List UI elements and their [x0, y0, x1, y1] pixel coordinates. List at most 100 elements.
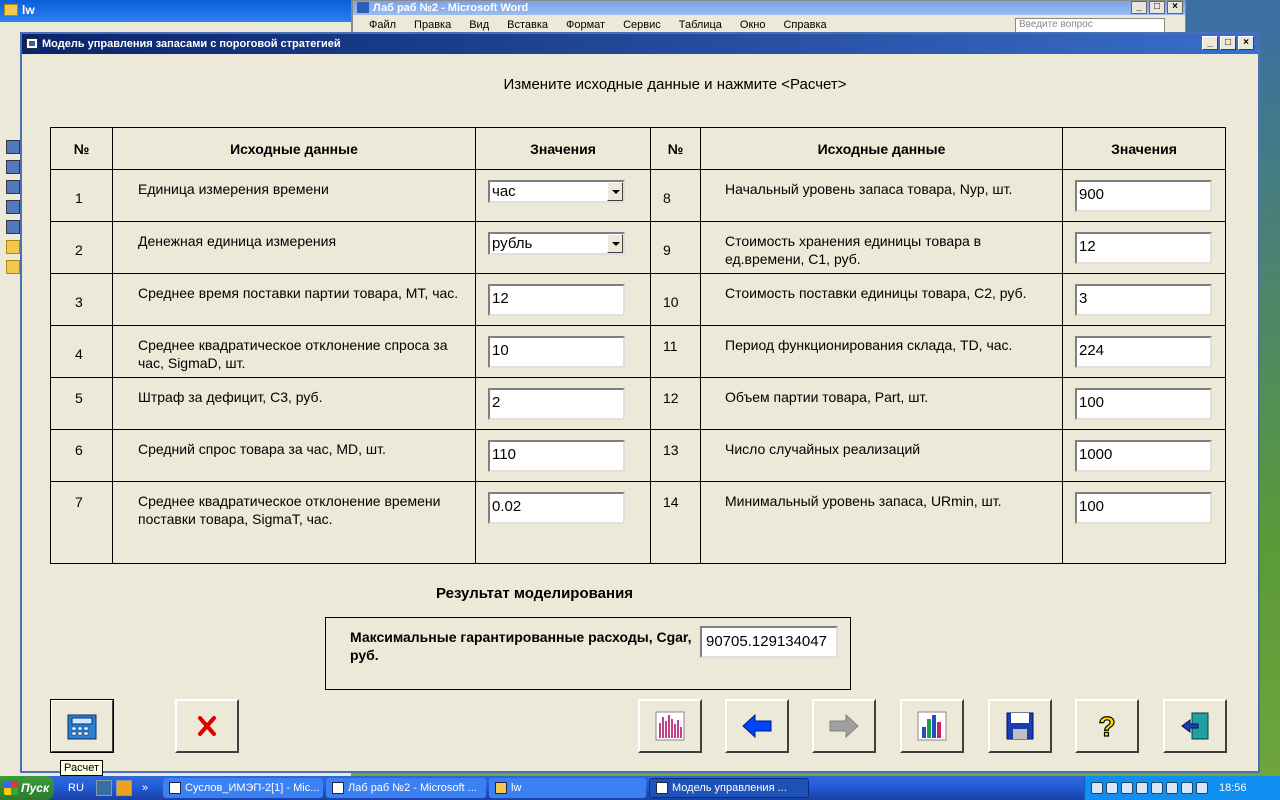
forward-button[interactable] [812, 699, 876, 753]
batch-size-input[interactable]: 100 [1075, 388, 1212, 420]
back-button[interactable] [725, 699, 789, 753]
calculate-tooltip: Расчет [60, 760, 103, 776]
chart-button[interactable] [900, 699, 964, 753]
histogram-icon [655, 711, 685, 741]
max-guaranteed-cost-output[interactable]: 90705.129134047 [700, 626, 838, 658]
param-name: Стоимость хранения единицы товара в ед.в… [700, 221, 1063, 274]
cancel-x-icon [198, 716, 216, 736]
word-menu-item[interactable]: Окно [740, 19, 766, 31]
taskbar-item-label: Суслов_ИМЭП-2[1] - Mic... [185, 782, 320, 794]
word-menu-item[interactable]: Вставка [507, 19, 548, 31]
maximize-button[interactable]: □ [1220, 36, 1236, 50]
word-titlebar[interactable]: Лаб раб №2 - Microsoft Word _ □ × [353, 1, 1185, 15]
chevron-down-icon[interactable] [607, 234, 623, 253]
arrow-right-icon [829, 713, 859, 739]
word-close-button[interactable]: × [1167, 1, 1183, 14]
shortage-penalty-input[interactable]: 2 [488, 388, 625, 420]
col-header-num: № [50, 127, 113, 170]
media-player-icon[interactable] [116, 780, 132, 796]
floppy-save-icon [1006, 712, 1034, 740]
word-icon [357, 2, 369, 13]
param-name: Число случайных реализаций [700, 429, 1063, 482]
mean-delivery-time-input[interactable]: 12 [488, 284, 625, 316]
param-name: Начальный уровень запаса товара, Nyp, шт… [700, 169, 1063, 222]
param-name: Среднее время поставки партии товара, MT… [112, 273, 476, 326]
calculate-button[interactable] [50, 699, 114, 753]
histogram-button[interactable] [638, 699, 702, 753]
demand-std-input[interactable]: 10 [488, 336, 625, 368]
minimize-button[interactable]: _ [1202, 36, 1218, 50]
min-stock-level-input[interactable]: 100 [1075, 492, 1212, 524]
param-num: 11 [650, 325, 701, 378]
word-minimize-button[interactable]: _ [1131, 1, 1147, 14]
desktop-icon[interactable] [96, 780, 112, 796]
tray-chevron-icon[interactable] [1091, 782, 1103, 794]
exit-button[interactable] [1163, 699, 1227, 753]
word-menu-item[interactable]: Правка [414, 19, 451, 31]
save-button[interactable] [988, 699, 1052, 753]
param-name: Период функционирования склада, TD, час. [700, 325, 1063, 378]
tray-usb-icon[interactable] [1151, 782, 1163, 794]
table-header-row: № Исходные данные Значения № Исходные да… [50, 127, 1226, 170]
currency-unit-value: рубль [492, 235, 533, 252]
time-unit-select[interactable]: час [488, 180, 625, 203]
param-num: 13 [650, 429, 701, 482]
mean-demand-input[interactable]: 110 [488, 440, 625, 472]
word-menu-item[interactable]: Файл [369, 19, 396, 31]
table-row: 1 Единица измерения времени час 8 Началь… [50, 169, 1226, 222]
taskbar-item[interactable]: Суслов_ИМЭП-2[1] - Mic... [163, 778, 323, 798]
help-button[interactable]: ? [1075, 699, 1139, 753]
table-row: 6 Средний спрос товара за час, MD, шт. 1… [50, 429, 1226, 482]
dialog-titlebar[interactable]: Модель управления запасами с пороговой с… [22, 34, 1258, 54]
tray-app-icon[interactable] [1166, 782, 1178, 794]
param-num: 9 [650, 221, 701, 274]
close-button[interactable]: × [1238, 36, 1254, 50]
param-name: Минимальный уровень запаса, URmin, шт. [700, 481, 1063, 564]
file-icon [6, 200, 20, 214]
file-icon [6, 160, 20, 174]
param-name: Объем партии товара, Part, шт. [700, 377, 1063, 430]
start-button[interactable]: Пуск [0, 776, 54, 800]
tray-network-icon[interactable] [1121, 782, 1133, 794]
param-num: 8 [650, 169, 701, 222]
taskbar-item-active[interactable]: Модель управления ... [649, 778, 809, 798]
taskbar-item[interactable]: Лаб раб №2 - Microsoft ... [326, 778, 486, 798]
holding-cost-input[interactable]: 12 [1075, 232, 1212, 264]
col-header-value: Значения [1062, 127, 1226, 170]
word-title: Лаб раб №2 - Microsoft Word [373, 2, 529, 14]
word-menu-item[interactable]: Формат [566, 19, 605, 31]
tray-monitor-icon[interactable] [1136, 782, 1148, 794]
tray-shield-icon[interactable] [1181, 782, 1193, 794]
svg-text:?: ? [1098, 711, 1115, 742]
random-realizations-input[interactable]: 1000 [1075, 440, 1212, 472]
word-ask-question-input[interactable]: Введите вопрос [1015, 18, 1165, 33]
explorer-titlebar[interactable]: lw [0, 0, 351, 22]
warehouse-period-input[interactable]: 224 [1075, 336, 1212, 368]
param-num: 14 [650, 481, 701, 564]
language-indicator[interactable]: RU [68, 782, 94, 794]
time-unit-value: час [492, 183, 516, 200]
delivery-cost-input[interactable]: 3 [1075, 284, 1212, 316]
cancel-button[interactable] [175, 699, 239, 753]
word-menu-item[interactable]: Таблица [679, 19, 722, 31]
param-name: Средний спрос товара за час, MD, шт. [112, 429, 476, 482]
currency-unit-select[interactable]: рубль [488, 232, 625, 255]
explorer-file-icons [6, 140, 20, 280]
word-maximize-button[interactable]: □ [1149, 1, 1165, 14]
word-menu-item[interactable]: Сервис [623, 19, 661, 31]
chevron-down-icon[interactable] [607, 182, 623, 201]
taskbar-item[interactable]: lw [489, 778, 646, 798]
word-menu-item[interactable]: Вид [469, 19, 489, 31]
dialog-title: Модель управления запасами с пороговой с… [42, 38, 341, 50]
word-menu-item[interactable]: Справка [783, 19, 826, 31]
tray-volume-icon[interactable] [1196, 782, 1208, 794]
system-tray: 18:56 [1084, 776, 1280, 800]
delivery-time-std-input[interactable]: 0.02 [488, 492, 625, 524]
initial-stock-input[interactable]: 900 [1075, 180, 1212, 212]
folder-icon [6, 240, 20, 254]
tray-antivirus-icon[interactable] [1106, 782, 1118, 794]
taskbar-item-label: Модель управления ... [672, 782, 787, 794]
quick-launch-more[interactable]: » [142, 782, 160, 794]
windows-logo-icon [4, 781, 18, 795]
exit-door-icon [1181, 712, 1209, 740]
